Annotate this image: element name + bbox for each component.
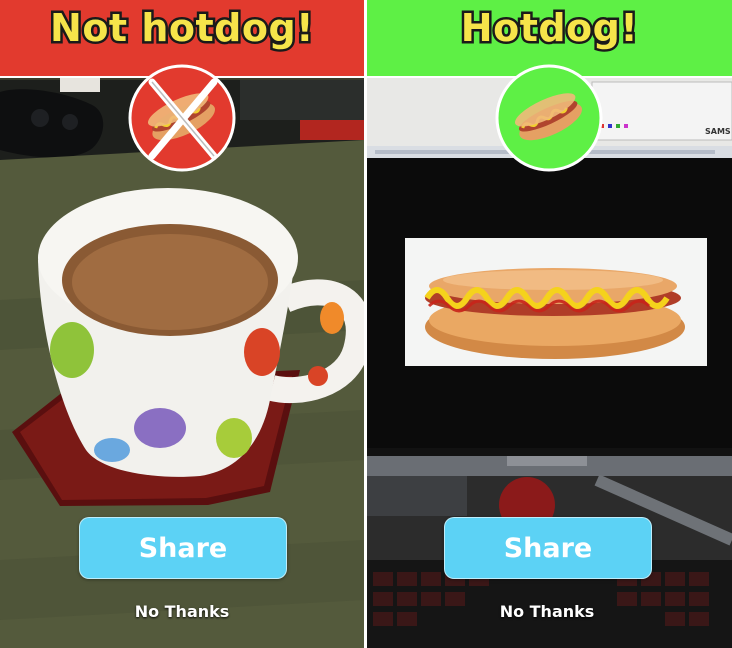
not-hotdog-title: Not hotdog! xyxy=(48,4,316,53)
monitor-brand: SAMS xyxy=(705,127,731,136)
no-thanks-link[interactable]: No Thanks xyxy=(82,602,282,621)
app-screen: Not hotdog! Share No Thanks SAMS Hotdog!… xyxy=(0,0,732,648)
hotdog-badge xyxy=(495,64,603,172)
hotdog-result-panel: SAMS Hotdog! Share No Thanks xyxy=(367,0,732,648)
hotdog-title: Hotdog! xyxy=(458,4,640,53)
share-button[interactable]: Share xyxy=(79,517,287,579)
share-button[interactable]: Share xyxy=(444,517,652,579)
no-thanks-link[interactable]: No Thanks xyxy=(447,602,647,621)
not-hotdog-result-panel: Not hotdog! Share No Thanks xyxy=(0,0,364,648)
not-hotdog-badge xyxy=(128,64,236,172)
